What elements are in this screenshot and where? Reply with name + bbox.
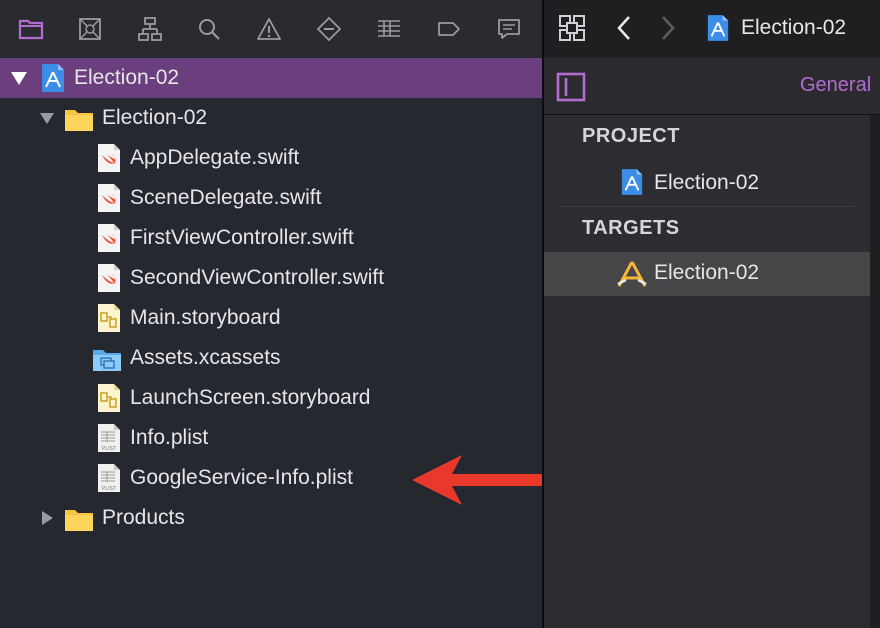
section-header-project: PROJECT bbox=[582, 125, 680, 147]
tree-row-project[interactable]: Election-02 bbox=[0, 58, 542, 98]
xcode-project-icon bbox=[42, 64, 64, 92]
project-navigator: Election-02 Election-02 AppDelegate.swif… bbox=[0, 0, 573, 628]
tree-row-file[interactable]: Assets.xcassets bbox=[0, 338, 542, 378]
plist-file-icon: PLIST bbox=[98, 424, 120, 452]
back-chevron-icon[interactable] bbox=[616, 15, 632, 41]
tree-row-label: LaunchScreen.storyboard bbox=[130, 386, 371, 409]
xcode-project-icon bbox=[621, 169, 643, 195]
warning-icon[interactable] bbox=[254, 14, 284, 44]
disclosure-collapsed-icon[interactable] bbox=[38, 509, 56, 527]
assets-folder-icon bbox=[93, 350, 121, 371]
source-control-icon[interactable] bbox=[75, 14, 105, 44]
plist-caption: PLIST bbox=[102, 486, 116, 492]
navigator-toolbar bbox=[0, 0, 542, 57]
swift-file-icon bbox=[98, 224, 120, 252]
report-bubble-icon[interactable] bbox=[494, 14, 524, 44]
disclosure-expanded-icon[interactable] bbox=[10, 69, 28, 87]
tree-row-label: SecondViewController.swift bbox=[130, 266, 385, 289]
test-diamond-icon[interactable] bbox=[314, 14, 344, 44]
tree-row-label: SceneDelegate.swift bbox=[130, 186, 322, 209]
project-item[interactable]: Election-02 bbox=[654, 171, 759, 195]
related-items-grid-icon[interactable] bbox=[558, 14, 586, 42]
tree-row-file[interactable]: Main.storyboard bbox=[0, 298, 542, 338]
disclosure-expanded-icon[interactable] bbox=[38, 109, 56, 127]
sidebar-toggle-icon[interactable] bbox=[556, 72, 586, 102]
tree-row-label: Main.storyboard bbox=[130, 306, 281, 329]
storyboard-file-icon bbox=[98, 384, 120, 412]
tree-row-label: Products bbox=[102, 506, 185, 529]
breadcrumb[interactable]: Election-02 bbox=[741, 16, 846, 40]
plist-file-icon: PLIST bbox=[98, 464, 120, 492]
tree-row-label: GoogleService-Info.plist bbox=[130, 466, 353, 489]
folder-icon bbox=[65, 110, 93, 131]
tree-row-file[interactable]: AppDelegate.swift bbox=[0, 138, 542, 178]
swift-file-icon bbox=[98, 264, 120, 292]
tree-row-label: Info.plist bbox=[130, 426, 209, 449]
editor-jump-bar: Election-02 bbox=[544, 0, 880, 57]
target-row[interactable]: Election-02 bbox=[544, 252, 870, 296]
breakpoint-tag-icon[interactable] bbox=[434, 14, 464, 44]
app-target-icon bbox=[617, 261, 647, 287]
folder-icon[interactable] bbox=[16, 14, 46, 44]
swift-file-icon bbox=[98, 144, 120, 172]
target-item: Election-02 bbox=[654, 261, 760, 284]
section-separator bbox=[560, 206, 854, 207]
debug-list-icon[interactable] bbox=[374, 14, 404, 44]
plist-caption: PLIST bbox=[102, 446, 116, 452]
forward-chevron-icon[interactable] bbox=[660, 15, 676, 41]
search-icon[interactable] bbox=[194, 14, 224, 44]
symbol-hierarchy-icon[interactable] bbox=[135, 14, 165, 44]
editor-right-gutter bbox=[870, 115, 880, 628]
storyboard-file-icon bbox=[98, 304, 120, 332]
tree-row-label: AppDelegate.swift bbox=[130, 146, 300, 169]
tree-row-label: Election-02 bbox=[74, 66, 180, 89]
tree-row-label: Election-02 bbox=[102, 106, 208, 129]
xcode-project-icon bbox=[707, 15, 729, 41]
swift-file-icon bbox=[98, 184, 120, 212]
project-editor: Election-02 General PROJECT Election-02 … bbox=[544, 0, 880, 628]
project-targets-list: PROJECT Election-02 TARGETS Election-02 bbox=[544, 115, 870, 628]
tree-row-label: Assets.xcassets bbox=[130, 346, 281, 369]
tree-row-file[interactable]: SceneDelegate.swift bbox=[0, 178, 542, 218]
folder-icon bbox=[65, 510, 93, 531]
tree-row-file[interactable]: LaunchScreen.storyboard bbox=[0, 378, 542, 418]
editor-tab-bar: General bbox=[544, 58, 880, 115]
tree-row-file[interactable]: SecondViewController.swift bbox=[0, 258, 542, 298]
tree-row-group[interactable]: Election-02 bbox=[0, 98, 542, 138]
tree-row-file[interactable]: FirstViewController.swift bbox=[0, 218, 542, 258]
section-header-targets: TARGETS bbox=[582, 217, 680, 239]
tab-general[interactable]: General bbox=[800, 74, 871, 97]
tree-row-label: FirstViewController.swift bbox=[130, 226, 354, 249]
